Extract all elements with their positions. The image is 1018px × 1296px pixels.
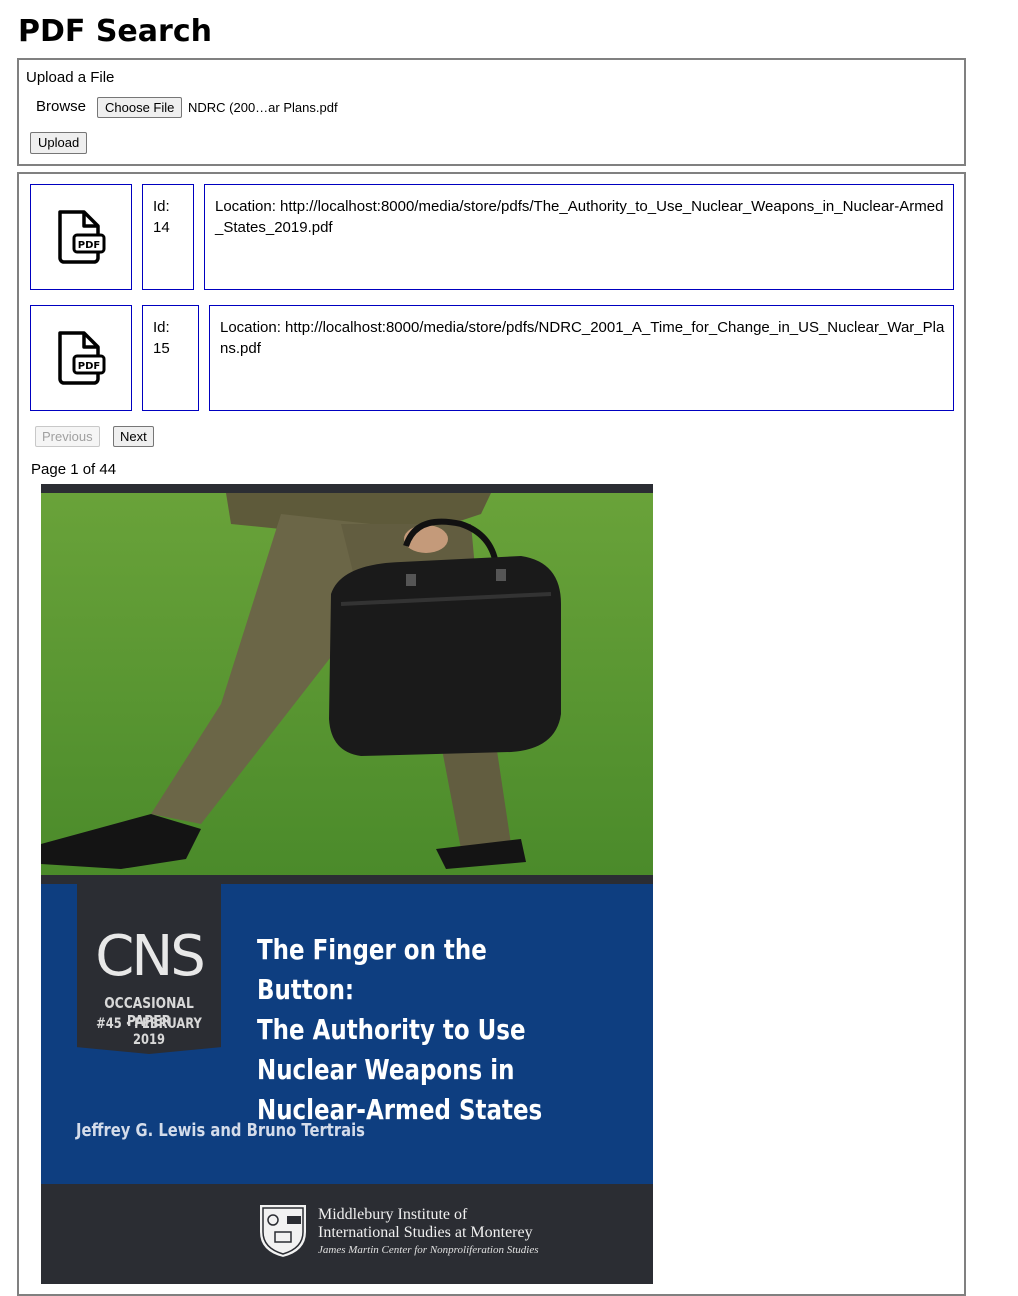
cns-badge: CNS OCCASIONAL PAPER #45 · FEBRUARY 2019 bbox=[77, 882, 221, 1054]
upload-panel: Upload a File Browse Choose File NDRC (2… bbox=[17, 58, 966, 166]
id-value: 15 bbox=[153, 340, 170, 357]
result-id-cell: Id: 14 bbox=[142, 184, 194, 290]
location-text[interactable]: Location: http://localhost:8000/media/st… bbox=[215, 198, 943, 236]
cover-title-line: Nuclear Weapons in bbox=[257, 1053, 515, 1086]
pdf-file-icon: PDF bbox=[58, 210, 106, 264]
svg-text:PDF: PDF bbox=[78, 240, 100, 251]
result-icon-cell[interactable]: PDF bbox=[30, 305, 132, 411]
id-label: Id: bbox=[153, 198, 170, 215]
id-value: 14 bbox=[153, 219, 170, 236]
cover-title-line: The Authority to Use bbox=[257, 1013, 526, 1046]
pdf-preview[interactable]: CNS OCCASIONAL PAPER #45 · FEBRUARY 2019… bbox=[41, 484, 653, 1284]
cover-title: The Finger on the Button: The Authority … bbox=[257, 930, 569, 1130]
previous-button[interactable]: Previous bbox=[35, 426, 100, 447]
cover-institute-band: Middlebury Institute of International St… bbox=[41, 1184, 653, 1284]
institute-center-line: James Martin Center for Nonproliferation… bbox=[318, 1244, 539, 1256]
cns-logo: CNS bbox=[95, 924, 206, 989]
result-id-cell: Id: 15 bbox=[142, 305, 199, 411]
selected-file-name: NDRC (200…ar Plans.pdf bbox=[188, 100, 338, 115]
institute-name-line: Middlebury Institute of bbox=[318, 1206, 468, 1223]
result-location-cell[interactable]: Location: http://localhost:8000/media/st… bbox=[209, 305, 954, 411]
results-panel: PDF Id: 14 Location: http://localhost:80… bbox=[17, 172, 966, 1296]
cover-authors: Jeffrey G. Lewis and Bruno Tertrais bbox=[76, 1120, 365, 1141]
page-indicator: Page 1 of 44 bbox=[31, 461, 117, 478]
next-button[interactable]: Next bbox=[113, 426, 154, 447]
cover-photo-image bbox=[41, 484, 653, 884]
result-location-cell[interactable]: Location: http://localhost:8000/media/st… bbox=[204, 184, 954, 290]
location-text[interactable]: Location: http://localhost:8000/media/st… bbox=[220, 319, 944, 357]
institute-seal-icon bbox=[258, 1203, 308, 1260]
upload-button[interactable]: Upload bbox=[30, 132, 88, 154]
result-icon-cell[interactable]: PDF bbox=[30, 184, 132, 290]
browse-label: Browse bbox=[36, 98, 87, 115]
upload-heading: Upload a File bbox=[26, 69, 115, 86]
id-label: Id: bbox=[153, 319, 170, 336]
issue-label: #45 · FEBRUARY 2019 bbox=[96, 1016, 202, 1048]
institute-name-line: International Studies at Monterey bbox=[318, 1224, 533, 1241]
cover-title-line: The Finger on the Button: bbox=[257, 933, 487, 1006]
page-title: PDF Search bbox=[18, 14, 212, 49]
svg-text:PDF: PDF bbox=[78, 361, 100, 372]
choose-file-button[interactable]: Choose File bbox=[97, 97, 183, 118]
cover-title-band: CNS OCCASIONAL PAPER #45 · FEBRUARY 2019… bbox=[41, 882, 653, 1184]
pdf-file-icon: PDF bbox=[58, 331, 106, 385]
